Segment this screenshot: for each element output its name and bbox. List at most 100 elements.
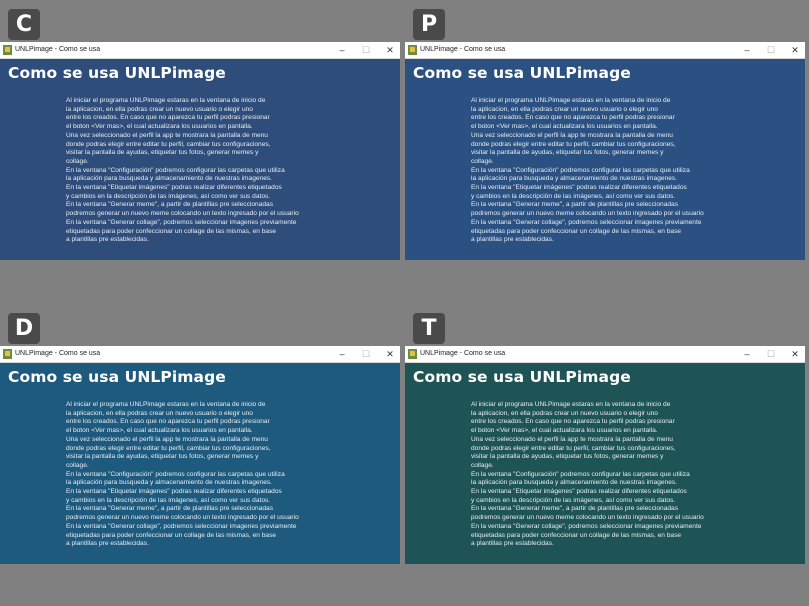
help-line: En la ventana "Configuración" podremos c…	[471, 166, 690, 174]
help-line: el boton <Ver mas>, el cual actualizara …	[66, 427, 253, 435]
help-line: En la ventana "Generar meme", a partir d…	[471, 505, 679, 513]
help-line: el boton <Ver mas>, el cual actualizara …	[471, 427, 658, 435]
help-line: el boton <Ver mas>, el cual actualizara …	[66, 123, 253, 131]
close-button[interactable]: ✕	[783, 42, 807, 58]
help-text: Al iniciar el programa UNLPimage estaras…	[66, 401, 386, 549]
help-line: collage.	[66, 461, 89, 469]
help-line: etiquetadas para poder confeccionar un c…	[66, 227, 277, 235]
help-line: a plantillas pre establecidas.	[471, 540, 554, 548]
help-line: etiquetadas para poder confeccionar un c…	[471, 227, 682, 235]
help-line: Al iniciar el programa UNLPimage estaras…	[66, 97, 266, 104]
help-line: y cambios en la descripción de las imáge…	[471, 496, 676, 504]
help-line: podremos generar un nuevo meme colocando…	[471, 210, 704, 218]
app-window: UNLPimage - Como se usa – ☐ ✕ Como se us…	[405, 346, 805, 564]
help-line: donde podras elegir entre editar tu perf…	[471, 140, 676, 148]
window-content: Como se usa UNLPimage Al iniciar el prog…	[0, 59, 400, 260]
minimize-button[interactable]: –	[735, 42, 759, 58]
help-line: visitar la pantalla de ayudas, etiquetar…	[471, 149, 664, 157]
window-title: UNLPimage - Como se usa	[15, 350, 101, 357]
maximize-button[interactable]: ☐	[759, 346, 783, 362]
help-line: En la ventana "Configuración" podremos c…	[471, 470, 690, 478]
panel-d: D UNLPimage - Como se usa – ☐ ✕ Como se …	[0, 306, 400, 568]
help-line: En la ventana "Generar collage", podremo…	[471, 522, 702, 530]
minimize-button[interactable]: –	[330, 42, 354, 58]
panel-label: D	[8, 313, 40, 344]
app-window: UNLPimage - Como se usa – ☐ ✕ Como se us…	[0, 42, 400, 260]
maximize-button[interactable]: ☐	[354, 42, 378, 58]
help-line: el boton <Ver mas>, el cual actualizara …	[471, 123, 658, 131]
help-line: donde podras elegir entre editar tu perf…	[66, 444, 271, 452]
maximize-button[interactable]: ☐	[759, 42, 783, 58]
close-button[interactable]: ✕	[378, 42, 402, 58]
title-bar[interactable]: UNLPimage - Como se usa – ☐ ✕	[405, 346, 805, 363]
help-line: donde podras elegir entre editar tu perf…	[471, 444, 676, 452]
help-line: collage.	[471, 461, 494, 469]
help-line: visitar la pantalla de ayudas, etiquetar…	[66, 149, 259, 157]
help-line: a plantillas pre establecidas.	[66, 540, 149, 548]
help-line: En la ventana "Generar collage", podremo…	[66, 218, 297, 226]
help-line: la aplicacion, en ella podras crear un n…	[471, 409, 658, 417]
help-line: donde podras elegir entre editar tu perf…	[66, 140, 271, 148]
help-line: En la ventana "Etiquetar imágenes" podra…	[471, 488, 687, 496]
app-window: UNLPimage - Como se usa – ☐ ✕ Como se us…	[0, 346, 400, 564]
help-text: Al iniciar el programa UNLPimage estaras…	[66, 97, 386, 245]
help-line: En la ventana "Generar meme", a partir d…	[66, 505, 274, 513]
panel-label: C	[8, 9, 40, 40]
maximize-button[interactable]: ☐	[354, 346, 378, 362]
help-line: la aplicacion, en ella podras crear un n…	[66, 105, 253, 113]
close-button[interactable]: ✕	[783, 346, 807, 362]
help-text: Al iniciar el programa UNLPimage estaras…	[471, 97, 791, 245]
help-line: En la ventana "Generar meme", a partir d…	[471, 201, 679, 209]
title-bar[interactable]: UNLPimage - Como se usa – ☐ ✕	[405, 42, 805, 59]
page-title: Como se usa UNLPimage	[413, 368, 631, 386]
help-line: etiquetadas para poder confeccionar un c…	[66, 531, 277, 539]
window-title: UNLPimage - Como se usa	[420, 46, 506, 53]
help-line: entre los creados. En caso que no aparez…	[471, 418, 675, 426]
help-line: visitar la pantalla de ayudas, etiquetar…	[66, 453, 259, 461]
window-content: Como se usa UNLPimage Al iniciar el prog…	[405, 363, 805, 564]
help-line: En la ventana "Generar meme", a partir d…	[66, 201, 274, 209]
close-button[interactable]: ✕	[378, 346, 402, 362]
minimize-button[interactable]: –	[735, 346, 759, 362]
help-line: collage.	[471, 157, 494, 165]
window-content: Como se usa UNLPimage Al iniciar el prog…	[405, 59, 805, 260]
page-title: Como se usa UNLPimage	[8, 64, 226, 82]
title-bar[interactable]: UNLPimage - Como se usa – ☐ ✕	[0, 346, 400, 363]
help-line: En la ventana "Configuración" podremos c…	[66, 470, 285, 478]
help-line: entre los creados. En caso que no aparez…	[66, 114, 270, 122]
help-line: En la ventana "Configuración" podremos c…	[66, 166, 285, 174]
window-content: Como se usa UNLPimage Al iniciar el prog…	[0, 363, 400, 564]
window-title: UNLPimage - Como se usa	[15, 46, 101, 53]
minimize-button[interactable]: –	[330, 346, 354, 362]
help-line: y cambios en la descripción de las imáge…	[471, 192, 676, 200]
help-line: collage.	[66, 157, 89, 165]
help-line: la aplicación para busqueda y almacenami…	[66, 175, 272, 183]
app-icon	[3, 349, 12, 359]
help-text: Al iniciar el programa UNLPimage estaras…	[471, 401, 791, 549]
app-window: UNLPimage - Como se usa – ☐ ✕ Como se us…	[405, 42, 805, 260]
help-line: y cambios en la descripción de las imáge…	[66, 496, 271, 504]
help-line: podremos generar un nuevo meme colocando…	[471, 514, 704, 522]
help-line: la aplicacion, en ella podras crear un n…	[471, 105, 658, 113]
title-bar[interactable]: UNLPimage - Como se usa – ☐ ✕	[0, 42, 400, 59]
app-icon	[3, 45, 12, 55]
help-line: En la ventana "Generar collage", podremo…	[471, 218, 702, 226]
help-line: Una vez seleccionado el perfil la app te…	[66, 131, 268, 139]
panel-t: T UNLPimage - Como se usa – ☐ ✕ Como se …	[405, 306, 805, 568]
app-icon	[408, 45, 417, 55]
panel-label: T	[413, 313, 445, 344]
help-line: la aplicación para busqueda y almacenami…	[471, 175, 677, 183]
app-icon	[408, 349, 417, 359]
window-title: UNLPimage - Como se usa	[420, 350, 506, 357]
help-line: la aplicación para busqueda y almacenami…	[471, 479, 677, 487]
help-line: Una vez seleccionado el perfil la app te…	[471, 435, 673, 443]
help-line: y cambios en la descripción de las imáge…	[66, 192, 271, 200]
help-line: podremos generar un nuevo meme colocando…	[66, 210, 299, 218]
help-line: la aplicación para busqueda y almacenami…	[66, 479, 272, 487]
help-line: Al iniciar el programa UNLPimage estaras…	[66, 401, 266, 408]
help-line: En la ventana "Etiquetar imágenes" podra…	[66, 488, 282, 496]
help-line: entre los creados. En caso que no aparez…	[471, 114, 675, 122]
help-line: entre los creados. En caso que no aparez…	[66, 418, 270, 426]
help-line: etiquetadas para poder confeccionar un c…	[471, 531, 682, 539]
help-line: Al iniciar el programa UNLPimage estaras…	[471, 401, 671, 408]
